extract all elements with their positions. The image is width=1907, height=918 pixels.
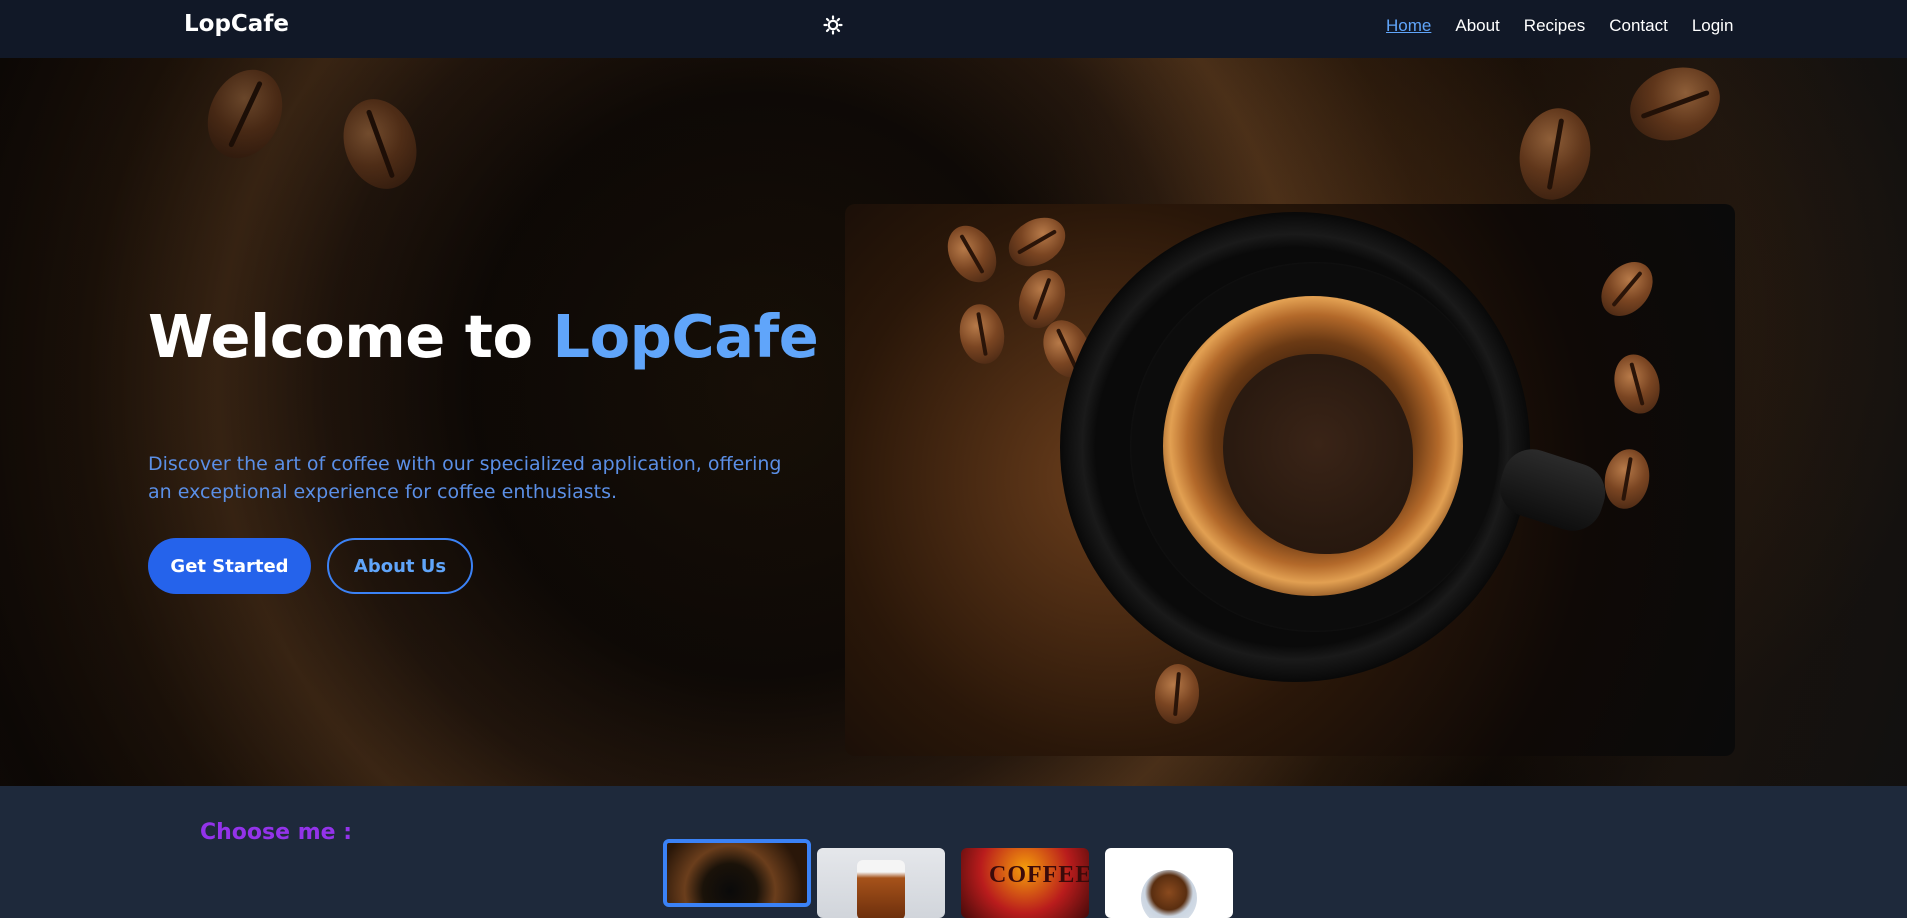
coffee-bean-image: [1607, 349, 1667, 419]
hero-section: Welcome to LopCafe Discover the art of c…: [0, 58, 1907, 786]
sun-icon: [823, 15, 843, 35]
iced-coffee-glass: [857, 860, 905, 918]
choose-title: Choose me :: [200, 820, 353, 845]
thumbnail-3-text: COFFEE: [989, 862, 1089, 888]
theme-toggle-button[interactable]: [822, 14, 844, 36]
get-started-button[interactable]: Get Started: [148, 538, 311, 594]
hero-description: Discover the art of coffee with our spec…: [148, 453, 782, 503]
nav-link-about[interactable]: About: [1455, 16, 1499, 36]
hero-coffee-image: [845, 204, 1735, 756]
coffee-bean-image: [955, 300, 1009, 368]
coffee-bean-image: [1590, 251, 1664, 327]
coffee-bean-image: [1152, 662, 1202, 726]
about-us-button[interactable]: About Us: [327, 538, 473, 594]
brand-logo[interactable]: LopCafe: [184, 11, 289, 37]
navbar: LopCafe Home About Recipes Contact Login: [0, 0, 1907, 58]
coffee-bean-image: [1600, 445, 1654, 513]
hero-title: Welcome to LopCafe: [148, 302, 819, 371]
thumbnail-1[interactable]: [663, 839, 811, 907]
thumbnail-3[interactable]: COFFEE: [961, 848, 1089, 918]
choose-section: Choose me : COFFEE: [0, 786, 1907, 918]
coffee-bean-image: [937, 217, 1007, 291]
nav-link-login[interactable]: Login: [1692, 16, 1734, 36]
nav-link-contact[interactable]: Contact: [1609, 16, 1668, 36]
nav-link-recipes[interactable]: Recipes: [1524, 16, 1585, 36]
coffee-splash-cup: [1141, 870, 1197, 918]
hero-title-prefix: Welcome to: [148, 302, 553, 371]
thumbnail-2[interactable]: [817, 848, 945, 918]
thumbnail-4[interactable]: [1105, 848, 1233, 918]
nav-links: Home About Recipes Contact Login: [1386, 16, 1757, 36]
hero-title-accent: LopCafe: [552, 302, 819, 371]
nav-link-home[interactable]: Home: [1386, 16, 1431, 36]
coffee-bean-image: [1000, 207, 1074, 277]
